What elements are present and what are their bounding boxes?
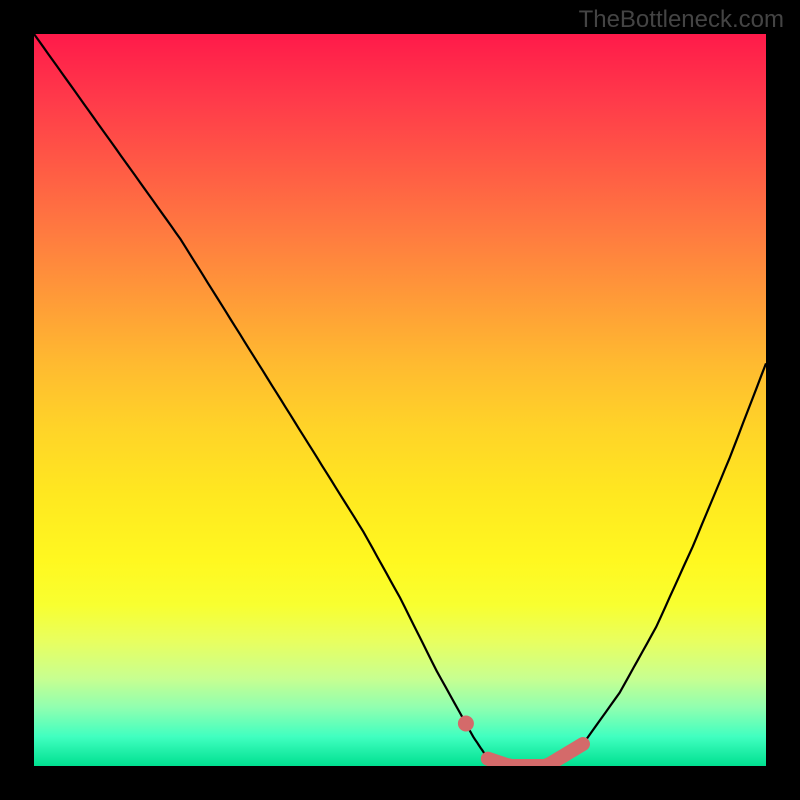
chart-plot-area <box>34 34 766 766</box>
bottleneck-curve-line <box>34 34 766 766</box>
watermark-text: TheBottleneck.com <box>579 6 784 34</box>
optimal-range-highlight <box>488 744 583 766</box>
optimal-point-dot <box>458 716 474 732</box>
chart-svg <box>34 34 766 766</box>
